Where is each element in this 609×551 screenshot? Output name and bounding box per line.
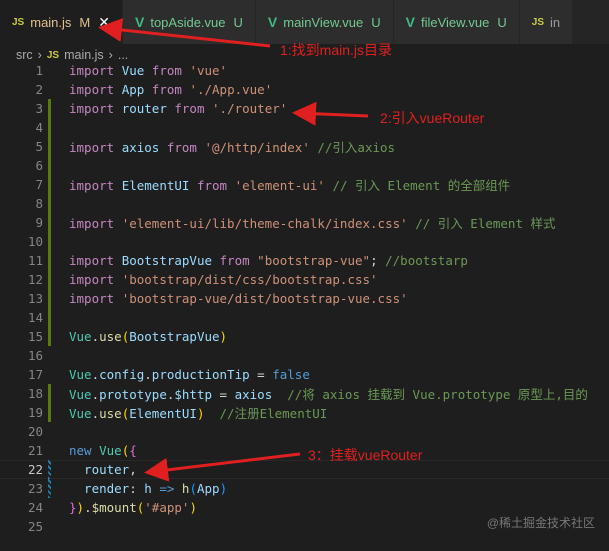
- annotation-2: 2:引入vueRouter: [380, 110, 485, 126]
- arrow-2: [292, 101, 369, 126]
- annotation-1: 1:找到main.js目录: [280, 42, 393, 58]
- arrow-3: [144, 452, 301, 482]
- annotation-3: 3：挂载vueRouter: [308, 447, 423, 463]
- arrow-1: [98, 18, 271, 48]
- annotation-arrows: [98, 18, 369, 482]
- watermark: @稀土掘金技术社区: [486, 516, 595, 530]
